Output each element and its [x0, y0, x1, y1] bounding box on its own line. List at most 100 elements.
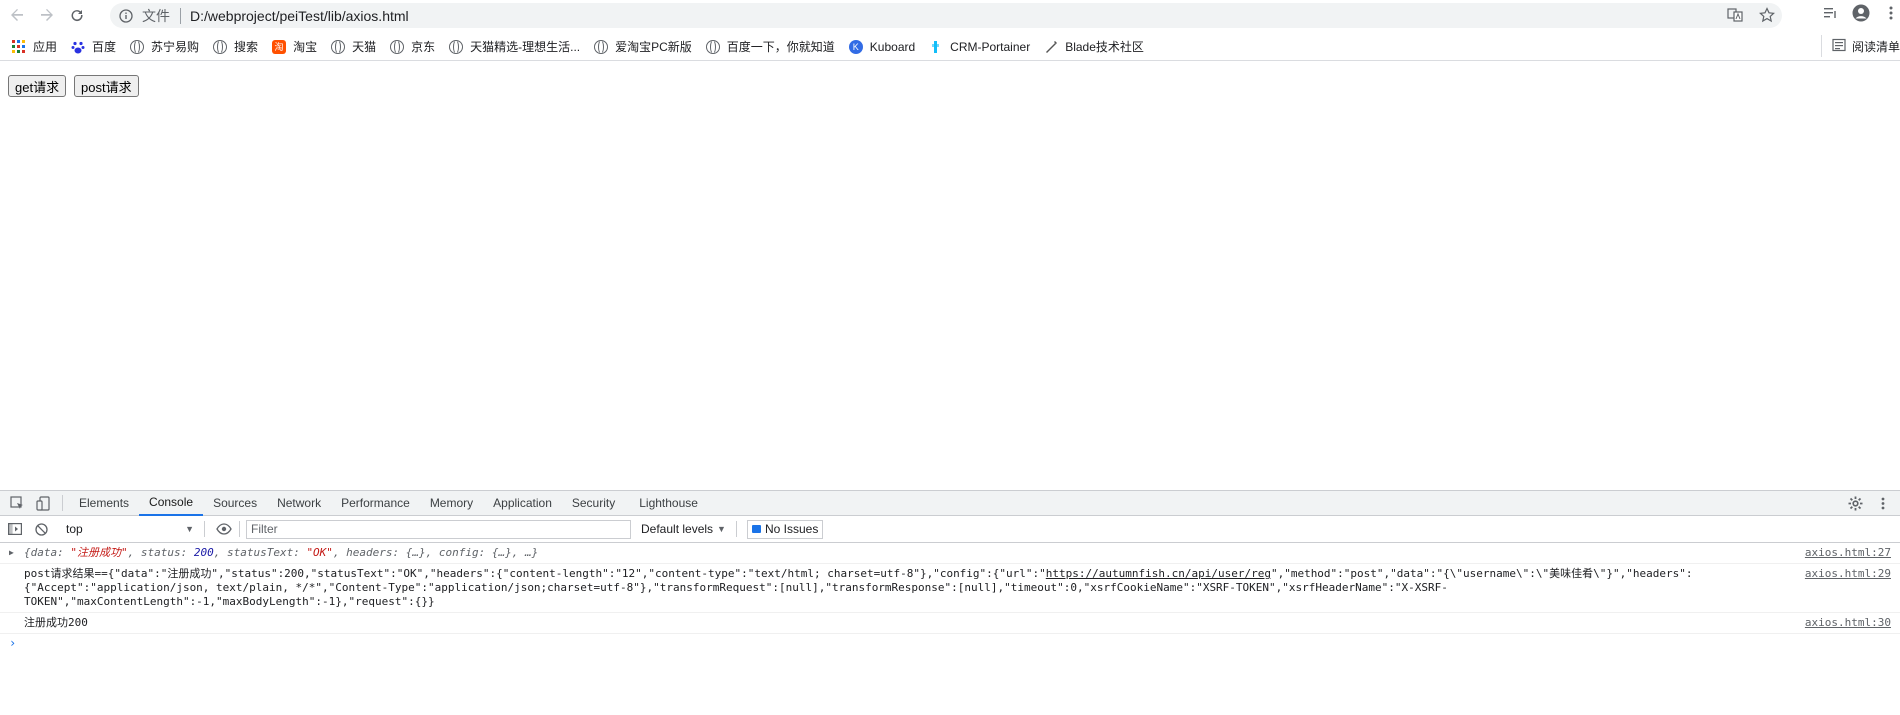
console-log-entry: post请求结果=={"data":"注册成功","status":200,"s… [0, 564, 1900, 613]
toolbar-divider [239, 521, 240, 537]
bookmark-label: 百度一下，你就知道 [726, 40, 835, 54]
devtools-actions [1846, 494, 1892, 512]
source-link[interactable]: axios.html:27 [1805, 546, 1891, 560]
bookmark-label: 淘宝 [293, 40, 318, 54]
back-arrow-icon[interactable] [4, 2, 30, 28]
source-link[interactable]: axios.html:30 [1805, 616, 1891, 630]
taobao-icon: 淘 [272, 39, 287, 54]
bookmark-label: 天猫 [352, 40, 377, 54]
dropdown-arrow-icon: ▼ [185, 524, 194, 534]
toolbar-right-actions [1822, 4, 1900, 22]
post-request-button[interactable]: post请求 [74, 75, 139, 97]
log-text: ","method":"post","data":"{\"username\":… [1270, 567, 1693, 580]
log-levels-dropdown[interactable]: Default levels ▼ [641, 522, 726, 536]
console-prompt[interactable]: › [0, 636, 1900, 650]
toolbar-divider [735, 521, 737, 537]
tab-application[interactable]: Application [483, 491, 562, 516]
console-filter-input[interactable]: Filter [246, 519, 631, 539]
globe-icon [390, 39, 405, 54]
bookmark-taobao[interactable]: 淘 淘宝 [265, 35, 324, 59]
toolbar-divider [204, 521, 205, 537]
bookmark-label: 爱淘宝PC新版 [615, 40, 692, 54]
console-log-entry: 注册成功200 axios.html:30 [0, 613, 1900, 634]
url-text[interactable]: D:/webproject/peiTest/lib/axios.html [190, 8, 409, 24]
reload-icon[interactable] [64, 2, 90, 28]
kuboard-icon: K [848, 39, 863, 54]
console-log-entry[interactable]: ▶ {data: "注册成功", status: 200, statusText… [0, 543, 1900, 564]
log-message[interactable]: {data: "注册成功", status: 200, statusText: … [24, 546, 638, 559]
object-preview-text: , status: [127, 546, 194, 559]
tab-sources[interactable]: Sources [203, 491, 267, 516]
url-separator [180, 7, 181, 24]
globe-icon [130, 39, 145, 54]
devtools-panel: Elements Console Sources Network Perform… [0, 490, 1900, 715]
info-icon[interactable] [118, 8, 134, 24]
bookmark-baidu[interactable]: 百度 [64, 35, 123, 59]
more-menu-icon[interactable] [1882, 4, 1900, 22]
tab-network[interactable]: Network [267, 491, 331, 516]
reading-list-icon[interactable] [1822, 4, 1840, 22]
bookmark-label: 搜索 [234, 40, 259, 54]
bookmarks-bar: 应用 百度 苏宁易购 搜索 淘 淘宝 天猫 京东 天猫精选-理想生活... 爱淘… [0, 33, 1900, 61]
bookmark-baidu-search[interactable]: 百度一下，你就知道 [699, 35, 842, 59]
log-text: {"Accept":"application/json, text/plain,… [24, 581, 1448, 608]
apps-grid-icon [12, 39, 26, 54]
object-preview-text: {data: [24, 546, 71, 559]
live-expression-eye-icon[interactable] [211, 517, 237, 541]
clear-console-icon[interactable] [28, 517, 54, 541]
devtools-more-icon[interactable] [1874, 494, 1892, 512]
bookmark-portainer[interactable]: CRM-Portainer [922, 35, 1037, 59]
tab-console[interactable]: Console [139, 491, 204, 516]
url-link[interactable]: https://autumnfish.cn/api/user/reg [1046, 567, 1271, 580]
expand-triangle-icon[interactable]: ▶ [9, 546, 14, 560]
device-toolbar-icon[interactable] [30, 491, 56, 515]
settings-gear-icon[interactable] [1846, 494, 1864, 512]
get-request-button[interactable]: get请求 [8, 75, 67, 97]
baidu-paw-icon [71, 40, 85, 54]
tab-lighthouse[interactable]: Lighthouse [629, 491, 708, 516]
log-levels-label: Default levels [641, 522, 714, 536]
reading-list-label: 阅读清单 [1851, 39, 1900, 54]
address-bar[interactable]: 文件 D:/webproject/peiTest/lib/axios.html [110, 3, 1782, 28]
context-value: top [66, 522, 83, 536]
bookmark-label: 京东 [411, 40, 436, 54]
tab-memory[interactable]: Memory [420, 491, 483, 516]
globe-icon [213, 39, 228, 54]
globe-icon [594, 39, 609, 54]
bookmark-label: 苏宁易购 [151, 40, 200, 54]
bookmark-star-icon[interactable] [1758, 6, 1776, 24]
bookmark-tmall[interactable]: 天猫 [324, 35, 383, 59]
tab-security[interactable]: Security [562, 491, 625, 516]
reading-list-bookmark[interactable]: 阅读清单 [1820, 35, 1900, 57]
bookmark-aitaobao[interactable]: 爱淘宝PC新版 [587, 35, 699, 59]
profile-avatar-icon[interactable] [1852, 4, 1870, 22]
source-link[interactable]: axios.html:29 [1805, 567, 1891, 581]
tab-performance[interactable]: Performance [331, 491, 420, 516]
inspect-element-icon[interactable] [4, 491, 30, 515]
bookmark-tmall-select[interactable]: 天猫精选-理想生活... [442, 35, 587, 59]
object-preview-text: , statusText: [213, 546, 307, 559]
globe-icon [705, 39, 720, 54]
reading-list-icon [1832, 38, 1846, 55]
url-scheme-label: 文件 [142, 7, 170, 24]
bookmark-suning[interactable]: 苏宁易购 [123, 35, 206, 59]
log-text: post请求结果=={"data":"注册成功","status":200,"s… [24, 567, 1046, 580]
issues-label: No Issues [764, 522, 819, 536]
sidebar-toggle-icon[interactable] [2, 517, 28, 541]
globe-icon [331, 39, 346, 54]
portainer-icon [929, 40, 943, 54]
object-preview-text: , headers: {…}, config: {…}, …} [332, 546, 539, 559]
bookmark-apps[interactable]: 应用 [0, 35, 64, 59]
translate-icon[interactable] [1726, 6, 1744, 24]
context-select[interactable]: top ▼ [62, 520, 198, 538]
tab-divider [62, 495, 63, 511]
bookmark-blade[interactable]: Blade技术社区 [1037, 35, 1151, 59]
globe-icon [449, 39, 464, 54]
bookmark-kuboard[interactable]: K Kuboard [842, 35, 922, 59]
issues-button[interactable]: No Issues [746, 519, 824, 539]
bookmark-search[interactable]: 搜索 [206, 35, 265, 59]
forward-arrow-icon[interactable] [34, 2, 60, 28]
tab-elements[interactable]: Elements [69, 491, 139, 516]
object-string-value: "OK" [306, 546, 333, 559]
bookmark-jd[interactable]: 京东 [383, 35, 442, 59]
